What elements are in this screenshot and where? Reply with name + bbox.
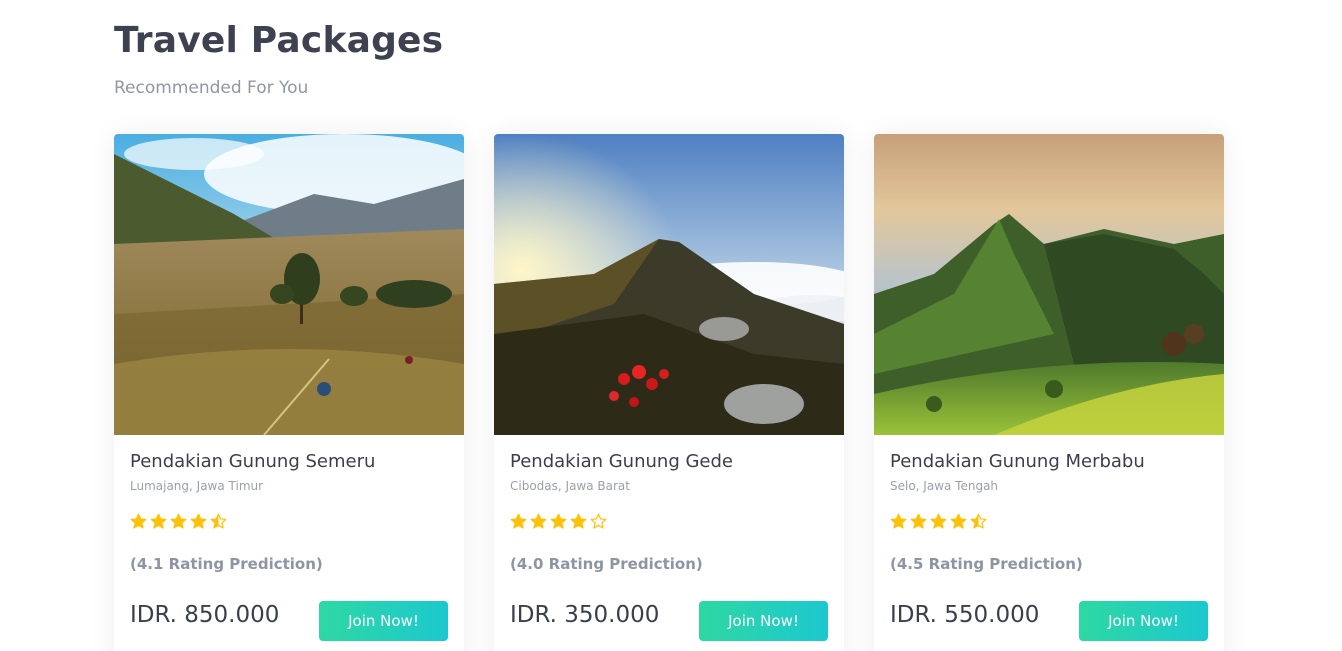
package-title[interactable]: Pendakian Gunung Merbabu: [890, 451, 1145, 472]
page-subtitle: Recommended For You: [114, 78, 309, 98]
package-location: Selo, Jawa Tengah: [890, 479, 999, 493]
star-full-icon: [130, 513, 147, 529]
star-rating: [510, 513, 607, 533]
package-location: Lumajang, Jawa Timur: [130, 479, 264, 493]
rating-prediction: (4.1 Rating Prediction): [130, 555, 323, 573]
star-full-icon: [170, 513, 187, 529]
star-half-icon: [210, 513, 227, 529]
package-price: IDR. 550.000: [890, 602, 1040, 628]
star-full-icon: [570, 513, 587, 529]
star-empty-icon: [590, 513, 607, 529]
green-ridge-photo: [874, 134, 1224, 435]
mountain-valley-photo: [114, 134, 464, 435]
star-full-icon: [890, 513, 907, 529]
star-half-icon: [970, 513, 987, 529]
package-card[interactable]: Pendakian Gunung Gede Cibodas, Jawa Bara…: [494, 134, 844, 651]
star-full-icon: [550, 513, 567, 529]
join-now-button[interactable]: Join Now!: [1079, 601, 1208, 641]
page-title: Travel Packages: [114, 20, 444, 61]
star-full-icon: [510, 513, 527, 529]
package-location: Cibodas, Jawa Barat: [510, 479, 630, 493]
join-now-button[interactable]: Join Now!: [699, 601, 828, 641]
star-rating: [130, 513, 227, 533]
package-price: IDR. 850.000: [130, 602, 280, 628]
star-rating: [890, 513, 987, 533]
package-image[interactable]: [494, 134, 844, 435]
package-price: IDR. 350.000: [510, 602, 660, 628]
rating-prediction: (4.0 Rating Prediction): [510, 555, 703, 573]
star-full-icon: [950, 513, 967, 529]
package-image[interactable]: [114, 134, 464, 435]
package-title[interactable]: Pendakian Gunung Semeru: [130, 451, 375, 472]
package-title[interactable]: Pendakian Gunung Gede: [510, 451, 733, 472]
package-image[interactable]: [874, 134, 1224, 435]
package-card[interactable]: Pendakian Gunung Merbabu Selo, Jawa Teng…: [874, 134, 1224, 651]
star-full-icon: [190, 513, 207, 529]
star-full-icon: [930, 513, 947, 529]
rating-prediction: (4.5 Rating Prediction): [890, 555, 1083, 573]
package-card[interactable]: Pendakian Gunung Semeru Lumajang, Jawa T…: [114, 134, 464, 651]
package-list: Pendakian Gunung Semeru Lumajang, Jawa T…: [114, 134, 1224, 651]
volcano-sunrise-photo: [494, 134, 844, 435]
star-full-icon: [150, 513, 167, 529]
star-full-icon: [910, 513, 927, 529]
join-now-button[interactable]: Join Now!: [319, 601, 448, 641]
star-full-icon: [530, 513, 547, 529]
